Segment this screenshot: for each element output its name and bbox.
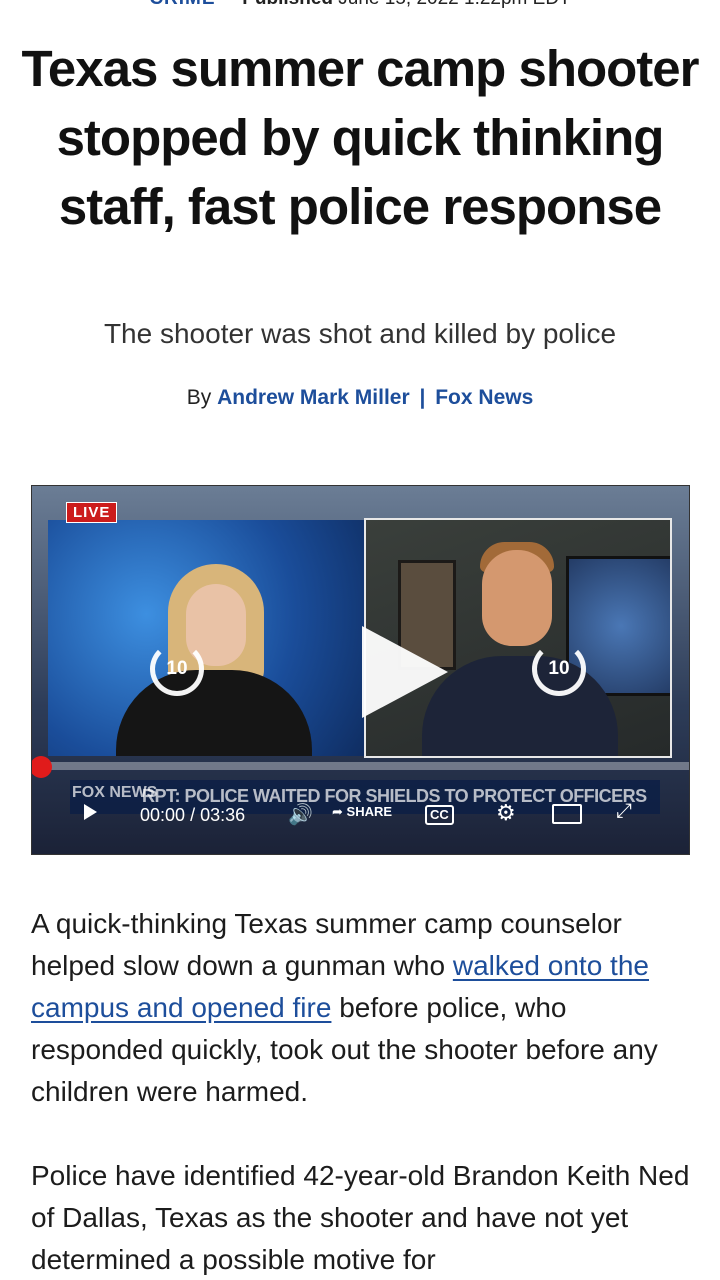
video-progress-bar[interactable]	[32, 762, 689, 770]
fullscreen-icon[interactable]: ⤢	[616, 800, 632, 823]
article-paragraph: Police have identified 42-year-old Brand…	[31, 1160, 690, 1275]
time-separator: /	[190, 805, 196, 825]
byline-prefix: By	[186, 386, 212, 409]
published-label: Published	[242, 0, 333, 9]
guest-face	[482, 550, 552, 646]
article-meta: CRIME • Published June 15, 2022 1:22pm EDT	[0, 0, 720, 14]
forward-10-icon[interactable]: 10	[532, 642, 586, 696]
cast-icon[interactable]	[552, 804, 582, 824]
replay-10-icon[interactable]: 10	[150, 642, 204, 696]
progress-scrubber-handle[interactable]	[32, 756, 52, 778]
article-headline: Texas summer camp shooter stopped by qui…	[21, 40, 700, 235]
video-controls: 00:00 / 03:36 🔊 ➦ SHARE CC ⚙ ⤢	[32, 796, 689, 836]
volume-icon[interactable]: 🔊	[288, 802, 313, 827]
meta-separator: •	[226, 0, 233, 9]
video-frame-left-anchor	[48, 520, 376, 756]
live-badge: LIVE	[66, 502, 118, 523]
time-current: 00:00	[140, 805, 186, 825]
article-subheadline: The shooter was shot and killed by polic…	[103, 318, 617, 349]
anchor-body	[116, 670, 312, 756]
outlet-link[interactable]: Fox News	[435, 386, 533, 409]
video-time: 00:00 / 03:36	[140, 805, 245, 826]
author-link[interactable]: Andrew Mark Miller	[217, 386, 410, 409]
category-link[interactable]: CRIME	[149, 0, 215, 9]
video-player[interactable]: LIVE 10 10 FOX NEWS RPT: POLICE WAITED F…	[31, 485, 690, 855]
play-icon[interactable]	[362, 626, 448, 718]
share-label: SHARE	[346, 804, 393, 819]
article-paragraph: A quick-thinking Texas summer camp couns…	[31, 903, 695, 1113]
share-icon: ➦	[332, 804, 343, 819]
gear-icon[interactable]: ⚙	[496, 800, 516, 826]
closed-captions-icon[interactable]: CC	[425, 805, 454, 825]
byline: By Andrew Mark Miller | Fox News	[0, 386, 720, 410]
published-date: June 15, 2022 1:22pm EDT	[338, 0, 570, 9]
byline-separator: |	[419, 386, 426, 409]
share-button[interactable]: ➦ SHARE	[332, 804, 392, 820]
time-total: 03:36	[200, 805, 246, 825]
play-icon[interactable]	[84, 804, 97, 820]
